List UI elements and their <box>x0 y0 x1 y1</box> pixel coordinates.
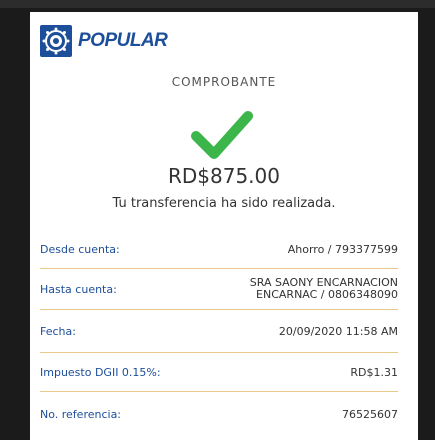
transfer-amount: RD$875.00 <box>167 164 280 188</box>
check-icon <box>191 111 253 159</box>
detail-row-reference: No. referencia: 76525607 <box>40 392 398 436</box>
from-account-value: Ahorro / 793377599 <box>287 242 398 256</box>
detail-row-to-account: Hasta cuenta: SRA SAONY ENCARNACION ENCA… <box>40 269 398 310</box>
detail-row-tax: Impuesto DGII 0.15%: RD$1.31 <box>40 353 398 392</box>
reference-label: No. referencia: <box>40 407 122 421</box>
popular-logo-icon <box>40 25 72 57</box>
tax-value: RD$1.31 <box>350 365 398 379</box>
transfer-details: Desde cuenta: Ahorro / 793377599 Hasta c… <box>40 230 398 436</box>
reference-value: 76525607 <box>342 407 398 421</box>
receipt-card: POPULAR COMPROBANTE RD$875.00 Tu transfe… <box>30 12 418 440</box>
to-account-label: Hasta cuenta: <box>40 282 117 296</box>
date-value: 20/09/2020 11:58 AM <box>278 324 398 338</box>
top-bar <box>0 0 435 8</box>
detail-row-date: Fecha: 20/09/2020 11:58 AM <box>40 310 398 353</box>
receipt-title: COMPROBANTE <box>171 75 277 89</box>
from-account-label: Desde cuenta: <box>40 242 120 256</box>
detail-row-from-account: Desde cuenta: Ahorro / 793377599 <box>40 230 398 269</box>
to-account-value: SRA SAONY ENCARNACION ENCARNAC / 0806348… <box>250 277 398 301</box>
brand-header: POPULAR <box>40 24 168 58</box>
brand-name: POPULAR <box>78 30 168 51</box>
to-account-number: ENCARNAC / 0806348090 <box>256 288 398 301</box>
tax-label: Impuesto DGII 0.15%: <box>40 365 161 379</box>
success-message: Tu transferencia ha sido realizada. <box>112 196 336 211</box>
date-label: Fecha: <box>40 324 76 338</box>
